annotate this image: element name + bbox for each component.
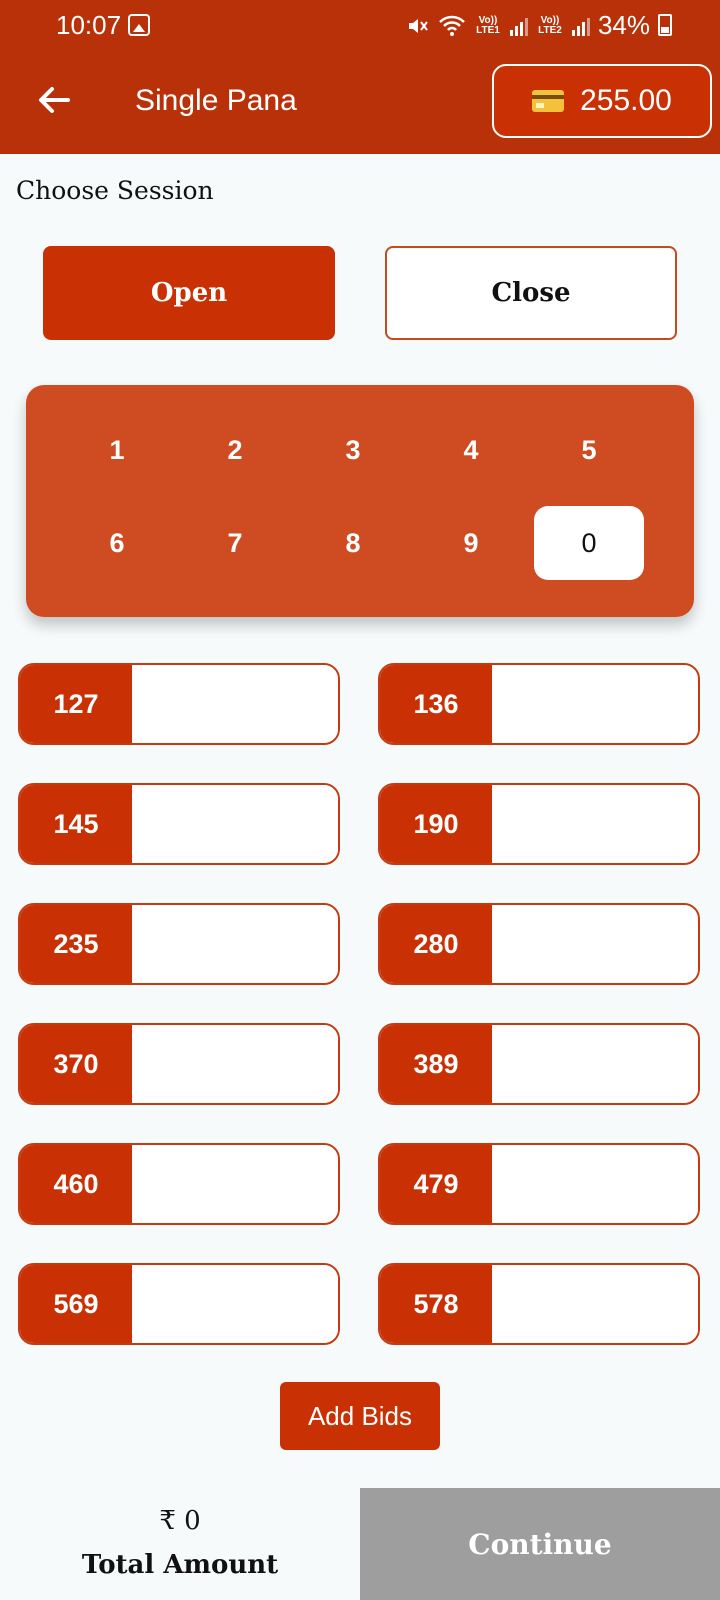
pana-amount-input[interactable] [132,905,338,983]
pana-row: 479 [378,1143,700,1225]
signal-icon-1 [509,16,528,36]
add-bids-button[interactable]: Add Bids [280,1382,440,1450]
gallery-notification-icon [128,14,150,36]
pana-label: 127 [20,665,132,743]
wallet-card-icon [532,90,565,112]
pana-amount-input[interactable] [132,1265,338,1343]
pana-row: 127 [18,663,340,745]
total-amount-value: ₹ 0 [159,1506,201,1536]
pana-label: 136 [380,665,492,743]
digit-button-2[interactable]: 2 [180,413,290,487]
pana-amount-input[interactable] [492,905,698,983]
pana-label: 479 [380,1145,492,1223]
continue-button[interactable]: Continue [360,1488,720,1600]
signal-icon-2 [571,16,590,36]
digit-button-0[interactable]: 0 [534,506,644,580]
pana-label: 569 [20,1265,132,1343]
choose-session-label: Choose Session [16,176,214,205]
digit-button-6[interactable]: 6 [62,506,172,580]
digit-button-5[interactable]: 5 [534,413,644,487]
pana-label: 145 [20,785,132,863]
wallet-balance: 255.00 [580,84,672,117]
pana-amount-input[interactable] [132,665,338,743]
status-icons: Vo)) LTE1 Vo)) LTE2 34% [406,10,650,41]
total-amount-label: Total Amount [81,1550,279,1580]
total-amount-panel: ₹ 0 Total Amount [0,1488,360,1600]
digit-button-4[interactable]: 4 [416,413,526,487]
pana-row: 145 [18,783,340,865]
battery-icon [658,14,672,36]
pana-label: 460 [20,1145,132,1223]
pana-amount-input[interactable] [492,665,698,743]
wifi-icon [439,15,465,36]
pana-row: 136 [378,663,700,745]
digit-button-9[interactable]: 9 [416,506,526,580]
page-title: Single Pana [135,84,297,117]
session-close-button[interactable]: Close [385,246,677,340]
pana-row: 235 [18,903,340,985]
digit-pad: 1 2 3 4 5 6 7 8 9 0 [26,385,694,617]
pana-amount-input[interactable] [492,1145,698,1223]
pana-amount-input[interactable] [132,1145,338,1223]
pana-label: 578 [380,1265,492,1343]
pana-row: 190 [378,783,700,865]
mute-icon [408,18,428,33]
digit-button-1[interactable]: 1 [62,413,172,487]
status-time: 10:07 [56,10,122,40]
pana-amount-input[interactable] [132,1025,338,1103]
pana-label: 235 [20,905,132,983]
pana-label: 280 [380,905,492,983]
pana-label: 190 [380,785,492,863]
pana-amount-input[interactable] [492,785,698,863]
pana-label: 389 [380,1025,492,1103]
pana-amount-input[interactable] [492,1025,698,1103]
pana-row: 578 [378,1263,700,1345]
pana-row: 569 [18,1263,340,1345]
lte1-label: Vo)) LTE1 [476,14,500,36]
lte2-label: Vo)) LTE2 [538,14,562,36]
pana-amount-input[interactable] [132,785,338,863]
pana-row: 389 [378,1023,700,1105]
digit-button-7[interactable]: 7 [180,506,290,580]
app-bar: 10:07 Vo)) LTE1 Vo)) LTE2 34% Single Pan… [0,0,720,154]
pana-row: 280 [378,903,700,985]
back-arrow-icon[interactable] [34,80,74,120]
pana-row: 460 [18,1143,340,1225]
pana-row: 370 [18,1023,340,1105]
session-open-button[interactable]: Open [43,246,335,340]
digit-button-3[interactable]: 3 [298,413,408,487]
pana-label: 370 [20,1025,132,1103]
status-bar: 10:07 Vo)) LTE1 Vo)) LTE2 34% [0,0,720,52]
battery-percent: 34% [597,10,650,40]
digit-button-8[interactable]: 8 [298,506,408,580]
pana-amount-input[interactable] [492,1265,698,1343]
wallet-balance-button[interactable]: 255.00 [492,64,712,138]
